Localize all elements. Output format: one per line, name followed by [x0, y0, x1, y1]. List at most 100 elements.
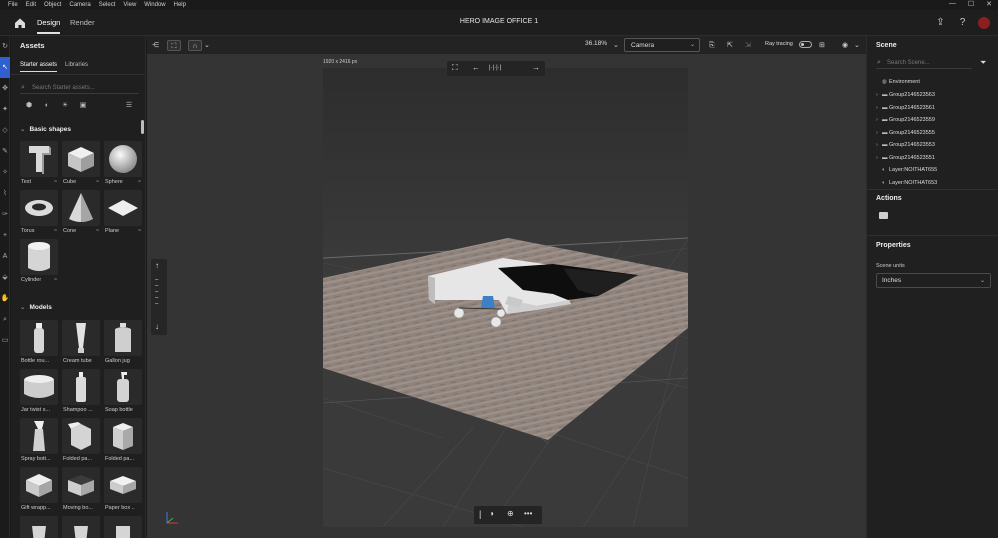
tree-item-layer[interactable]: ◐ Layer:NOITHAT653: [876, 180, 937, 186]
folder-icon[interactable]: [879, 212, 888, 219]
asset-tile[interactable]: Spray bott...: [20, 418, 58, 463]
minimize-button[interactable]: —: [949, 0, 956, 8]
asset-tile[interactable]: Shampoo ...: [62, 369, 100, 414]
tree-item-environment[interactable]: ◍ Environment: [876, 79, 920, 85]
magic-tool-icon[interactable]: ✦: [0, 99, 10, 120]
assets-scrollbar[interactable]: [141, 120, 144, 134]
camera-dial-icon[interactable]: |·|·|·|: [489, 65, 501, 71]
ray-tracing-toggle[interactable]: [799, 41, 812, 48]
lights-category-icon[interactable]: ☀: [61, 102, 69, 110]
tab-libraries[interactable]: Libraries: [65, 62, 88, 72]
arrow-down-icon[interactable]: ↓: [155, 322, 159, 331]
vertical-dial-icon[interactable]: – – – – –: [155, 277, 158, 307]
tree-item-layer[interactable]: ◐ Layer:NOITHAT655: [876, 167, 937, 173]
material-icon[interactable]: ◑: [489, 509, 494, 518]
asset-tile[interactable]: Folded pa...: [62, 418, 100, 463]
camera-import-icon[interactable]: ⇲: [745, 40, 751, 51]
more-icon[interactable]: ≈: [96, 228, 99, 234]
images-category-icon[interactable]: ▣: [79, 102, 87, 110]
more-icon[interactable]: ≈: [138, 179, 141, 185]
help-icon[interactable]: ?: [956, 16, 969, 29]
move-tool-icon[interactable]: ✥: [0, 78, 10, 99]
more-icon[interactable]: ≈: [54, 277, 57, 283]
tree-item-group[interactable]: › ▬ Group2146523551: [876, 155, 935, 161]
grid-settings-icon[interactable]: ⊞: [819, 40, 825, 51]
filter-icon[interactable]: ⏷: [980, 58, 986, 68]
tree-item-group[interactable]: › ▬ Group2146523561: [876, 105, 935, 111]
camera-select[interactable]: Camera ⌄: [624, 38, 700, 52]
text-tool-icon[interactable]: A: [0, 246, 10, 267]
chevron-down-icon[interactable]: ⌄: [613, 40, 619, 51]
magnet-icon[interactable]: ∩: [188, 40, 202, 51]
scene-units-select[interactable]: Inches ⌄: [876, 273, 991, 288]
scene-search-input[interactable]: ⌕ Search Scene...: [876, 57, 972, 69]
section-basic-shapes[interactable]: ⌄ Basic shapes: [20, 125, 71, 133]
asset-tile[interactable]: Cone ≈: [62, 190, 100, 235]
paint-tool-icon[interactable]: ⬙: [0, 267, 10, 288]
menu-view[interactable]: View: [123, 2, 136, 8]
scale-tool-icon[interactable]: ◇: [0, 120, 10, 141]
zoom-level[interactable]: 36.18%: [585, 40, 607, 47]
asset-tile[interactable]: [104, 516, 142, 538]
tree-item-group[interactable]: › ▬ Group2146523555: [876, 130, 935, 136]
arrow-right-icon[interactable]: →: [532, 63, 540, 72]
sparkle-tool-icon[interactable]: ✧: [0, 162, 10, 183]
tree-item-group[interactable]: › ▬ Group2146523563: [876, 92, 935, 98]
asset-tile[interactable]: Cylinder ≈: [20, 239, 58, 284]
viewport[interactable]: 1920 x 2416 px ⛶ ← |·|·|·| → ↑ – – – – –…: [147, 54, 866, 538]
section-models[interactable]: ⌄ Models: [20, 303, 52, 311]
menu-help[interactable]: Help: [174, 2, 186, 8]
camera-tool-icon[interactable]: ▭: [0, 330, 10, 351]
menu-camera[interactable]: Camera: [69, 2, 90, 8]
menu-object[interactable]: Object: [44, 2, 61, 8]
more-icon[interactable]: ≈: [138, 228, 141, 234]
arrow-up-icon[interactable]: ↑: [155, 261, 159, 270]
select-tool-icon[interactable]: ↖: [0, 57, 10, 78]
tree-item-group[interactable]: › ▬ Group2146523559: [876, 117, 935, 123]
chevron-down-icon[interactable]: ⌄: [854, 40, 860, 51]
camera-frame-icon[interactable]: ⛶: [452, 63, 458, 73]
hand-tool-icon[interactable]: ✋: [0, 288, 10, 309]
asset-tile[interactable]: Cream tube: [62, 320, 100, 365]
eye-icon[interactable]: ◉: [842, 40, 848, 51]
arrow-left-icon[interactable]: ←: [472, 63, 480, 72]
asset-tile[interactable]: Cube ≈: [62, 141, 100, 186]
asset-tile[interactable]: Plane ≈: [104, 190, 142, 235]
orbit-tool-icon[interactable]: ↻: [0, 36, 10, 57]
maximize-button[interactable]: ☐: [968, 0, 974, 8]
menu-edit[interactable]: Edit: [26, 2, 36, 8]
camera-export-icon[interactable]: ⇱: [727, 40, 733, 51]
add-icon[interactable]: ⊕: [507, 509, 514, 518]
close-window-button[interactable]: ✕: [986, 0, 992, 8]
menu-window[interactable]: Window: [144, 2, 165, 8]
assets-search-input[interactable]: ⌕ Search Starter assets...: [20, 82, 139, 94]
models-category-icon[interactable]: ⬢: [25, 102, 33, 110]
zoom-tool-icon[interactable]: ⌕: [0, 309, 10, 330]
add-tool-icon[interactable]: +: [0, 225, 10, 246]
render-canvas[interactable]: [322, 68, 689, 528]
materials-category-icon[interactable]: ◐: [43, 102, 51, 110]
more-icon[interactable]: ≈: [96, 179, 99, 185]
asset-tile[interactable]: Torus ≈: [20, 190, 58, 235]
chevron-down-icon[interactable]: ⌄: [204, 40, 210, 51]
tab-starter-assets[interactable]: Starter assets: [20, 62, 58, 72]
asset-tile[interactable]: Gallon jug: [104, 320, 142, 365]
asset-tile[interactable]: Moving bo...: [62, 467, 100, 512]
avatar[interactable]: [978, 16, 990, 29]
pen-tool-icon[interactable]: ✎: [0, 141, 10, 162]
hierarchy-icon[interactable]: ⋲: [152, 40, 159, 51]
asset-tile[interactable]: Bottle rou...: [20, 320, 58, 365]
asset-tile[interactable]: Folded pa...: [104, 418, 142, 463]
asset-tile[interactable]: Paper box ...: [104, 467, 142, 512]
list-view-icon[interactable]: ☰: [125, 102, 133, 110]
more-icon[interactable]: ≈: [54, 228, 57, 234]
brush-tool-icon[interactable]: ⌇: [0, 183, 10, 204]
more-icon[interactable]: ≈: [54, 179, 57, 185]
asset-tile[interactable]: Sphere ≈: [104, 141, 142, 186]
asset-tile[interactable]: Soap bottle: [104, 369, 142, 414]
menu-select[interactable]: Select: [99, 2, 116, 8]
more-options-icon[interactable]: •••: [524, 509, 532, 518]
asset-tile[interactable]: [20, 516, 58, 538]
menu-file[interactable]: File: [8, 2, 18, 8]
asset-tile[interactable]: Gift wrapp...: [20, 467, 58, 512]
